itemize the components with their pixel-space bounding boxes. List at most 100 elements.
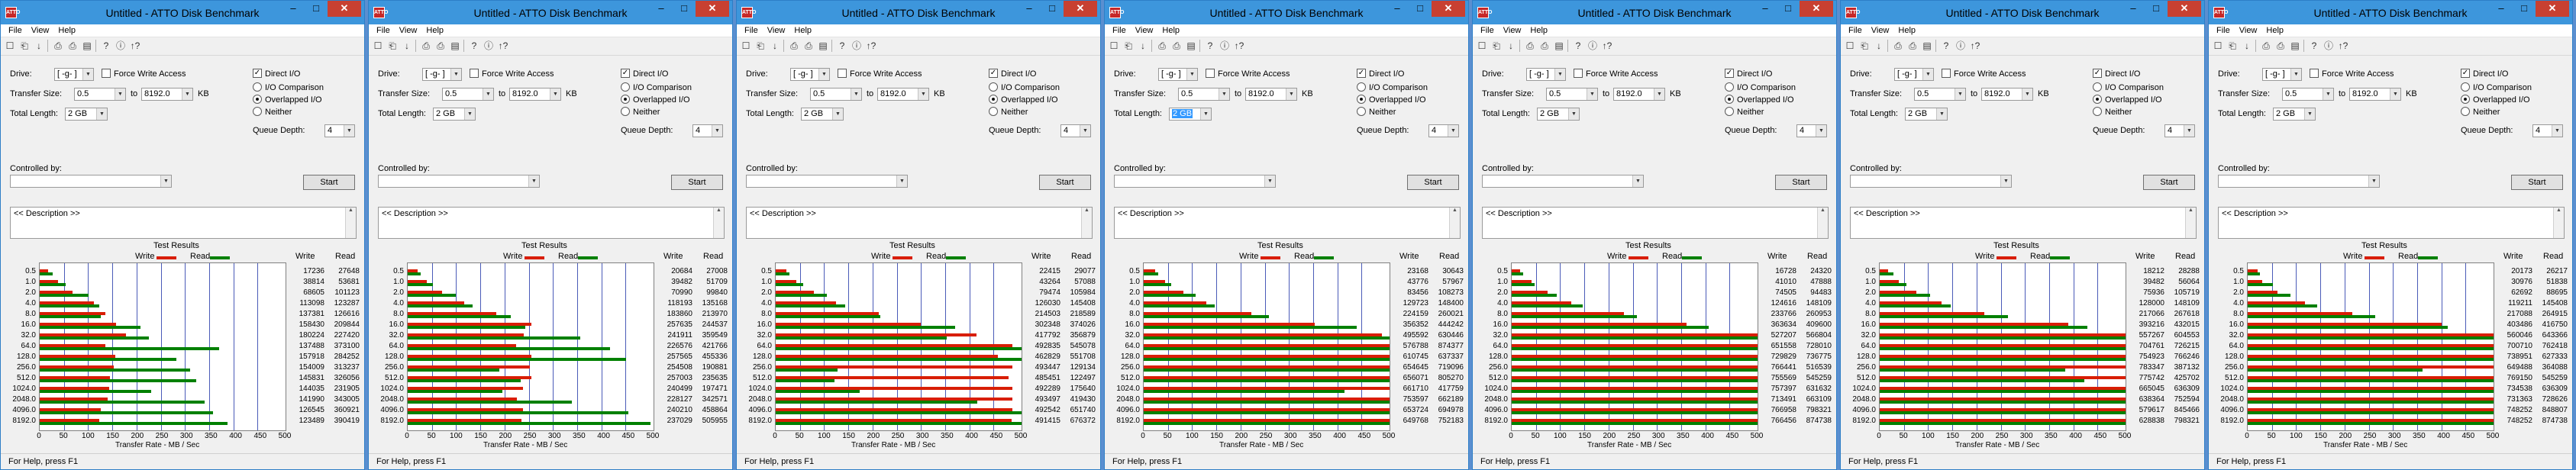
print-icon[interactable]: ⎙	[788, 40, 800, 52]
page-setup-icon[interactable]: ▤	[2289, 40, 2301, 52]
about-icon[interactable]: ⓘ	[1587, 40, 1599, 52]
io-comparison-radio[interactable]	[1725, 82, 1734, 92]
context-help-icon[interactable]: ↑?	[1969, 40, 1981, 52]
transfer-size-to[interactable]: 8192.0 ▼	[1613, 88, 1665, 101]
new-icon[interactable]: ☐	[372, 40, 384, 52]
io-comparison-radio[interactable]	[2093, 82, 2102, 92]
description-box[interactable]: << Description >> ▲	[10, 207, 357, 239]
transfer-size-to[interactable]: 8192.0 ▼	[141, 88, 193, 101]
close-button[interactable]: ✕	[2536, 1, 2569, 17]
title-bar[interactable]: ATTO Untitled - ATTO Disk Benchmark – □ ✕	[1841, 1, 2204, 24]
maximize-button[interactable]: □	[673, 1, 696, 17]
start-button[interactable]: Start	[1407, 175, 1459, 190]
menu-file[interactable]: File	[2212, 24, 2235, 35]
menu-help[interactable]: Help	[789, 24, 816, 35]
maximize-button[interactable]: □	[305, 1, 328, 17]
direct-io-checkbox[interactable]: ✓	[1725, 69, 1734, 78]
force-write-checkbox[interactable]	[838, 69, 847, 78]
description-box[interactable]: << Description >> ▲	[1482, 207, 1829, 239]
about-icon[interactable]: ⓘ	[483, 40, 495, 52]
page-setup-icon[interactable]: ▤	[1553, 40, 1565, 52]
menu-file[interactable]: File	[740, 24, 763, 35]
title-bar[interactable]: ATTO Untitled - ATTO Disk Benchmark – □ ✕	[369, 1, 732, 24]
direct-io-checkbox[interactable]: ✓	[253, 69, 262, 78]
close-button[interactable]: ✕	[2168, 1, 2201, 17]
transfer-size-to[interactable]: 8192.0 ▼	[1981, 88, 2033, 101]
context-help-icon[interactable]: ↑?	[2337, 40, 2349, 52]
start-button[interactable]: Start	[2143, 175, 2195, 190]
page-setup-icon[interactable]: ▤	[449, 40, 461, 52]
overlapped-io-radio[interactable]	[1357, 95, 1366, 104]
transfer-size-from[interactable]: 0.5 ▼	[1178, 88, 1230, 101]
direct-io-checkbox[interactable]: ✓	[621, 69, 630, 78]
minimize-button[interactable]: –	[1386, 1, 1409, 17]
about-icon[interactable]: ⓘ	[2323, 40, 2335, 52]
close-button[interactable]: ✕	[1800, 1, 1833, 17]
description-scrollbar[interactable]: ▲	[1449, 208, 1460, 238]
minimize-button[interactable]: –	[1754, 1, 1777, 17]
menu-view[interactable]: View	[1131, 24, 1158, 35]
page-setup-icon[interactable]: ▤	[81, 40, 93, 52]
direct-io-checkbox[interactable]: ✓	[1357, 69, 1366, 78]
overlapped-io-radio[interactable]	[2093, 95, 2102, 104]
drive-select[interactable]: [ -g- ] ▼	[422, 68, 462, 81]
menu-view[interactable]: View	[1867, 24, 1894, 35]
about-icon[interactable]: ⓘ	[1219, 40, 1231, 52]
print-icon[interactable]: ⎙	[1156, 40, 1168, 52]
print-icon[interactable]: ⎙	[1892, 40, 1904, 52]
menu-view[interactable]: View	[27, 24, 54, 35]
help-icon[interactable]: ?	[468, 40, 480, 52]
new-icon[interactable]: ☐	[740, 40, 752, 52]
save-icon[interactable]: ↓	[401, 40, 413, 52]
description-box[interactable]: << Description >> ▲	[378, 207, 725, 239]
new-icon[interactable]: ☐	[4, 40, 16, 52]
menu-file[interactable]: File	[1476, 24, 1499, 35]
force-write-checkbox[interactable]	[1206, 69, 1215, 78]
description-box[interactable]: << Description >> ▲	[1114, 207, 1461, 239]
drive-select[interactable]: [ -g- ] ▼	[1894, 68, 1934, 81]
maximize-button[interactable]: □	[1041, 1, 1064, 17]
transfer-size-to[interactable]: 8192.0 ▼	[509, 88, 561, 101]
close-button[interactable]: ✕	[1432, 1, 1465, 17]
title-bar[interactable]: ATTO Untitled - ATTO Disk Benchmark – □ ✕	[1473, 1, 1836, 24]
start-button[interactable]: Start	[1775, 175, 1827, 190]
transfer-size-from[interactable]: 0.5 ▼	[442, 88, 494, 101]
overlapped-io-radio[interactable]	[2461, 95, 2470, 104]
help-icon[interactable]: ?	[1940, 40, 1952, 52]
menu-help[interactable]: Help	[1893, 24, 1920, 35]
io-comparison-radio[interactable]	[1357, 82, 1366, 92]
about-icon[interactable]: ⓘ	[1955, 40, 1967, 52]
start-button[interactable]: Start	[671, 175, 723, 190]
open-icon[interactable]: ⎗	[1122, 40, 1135, 52]
context-help-icon[interactable]: ↑?	[1601, 40, 1613, 52]
help-icon[interactable]: ?	[1204, 40, 1216, 52]
maximize-button[interactable]: □	[1777, 1, 1800, 17]
minimize-button[interactable]: –	[282, 1, 305, 17]
maximize-button[interactable]: □	[1409, 1, 1432, 17]
menu-file[interactable]: File	[372, 24, 395, 35]
direct-io-checkbox[interactable]: ✓	[2461, 69, 2470, 78]
description-box[interactable]: << Description >> ▲	[746, 207, 1093, 239]
context-help-icon[interactable]: ↑?	[865, 40, 877, 52]
neither-radio[interactable]	[253, 107, 262, 116]
menu-help[interactable]: Help	[53, 24, 80, 35]
menu-file[interactable]: File	[1108, 24, 1131, 35]
maximize-button[interactable]: □	[2513, 1, 2536, 17]
menu-file[interactable]: File	[1844, 24, 1867, 35]
controlled-by-select[interactable]: ▼	[1114, 175, 1276, 188]
page-setup-icon[interactable]: ▤	[1185, 40, 1197, 52]
open-icon[interactable]: ⎗	[1490, 40, 1503, 52]
description-scrollbar[interactable]: ▲	[713, 208, 724, 238]
transfer-size-to[interactable]: 8192.0 ▼	[877, 88, 929, 101]
force-write-checkbox[interactable]	[1574, 69, 1583, 78]
open-icon[interactable]: ⎗	[18, 40, 31, 52]
menu-help[interactable]: Help	[1157, 24, 1184, 35]
new-icon[interactable]: ☐	[1844, 40, 1856, 52]
queue-depth-select[interactable]: 4 ▼	[1428, 124, 1459, 137]
force-write-checkbox[interactable]	[2310, 69, 2319, 78]
overlapped-io-radio[interactable]	[621, 95, 630, 104]
open-icon[interactable]: ⎗	[1858, 40, 1871, 52]
description-scrollbar[interactable]: ▲	[345, 208, 356, 238]
save-icon[interactable]: ↓	[769, 40, 781, 52]
neither-radio[interactable]	[1357, 107, 1366, 116]
